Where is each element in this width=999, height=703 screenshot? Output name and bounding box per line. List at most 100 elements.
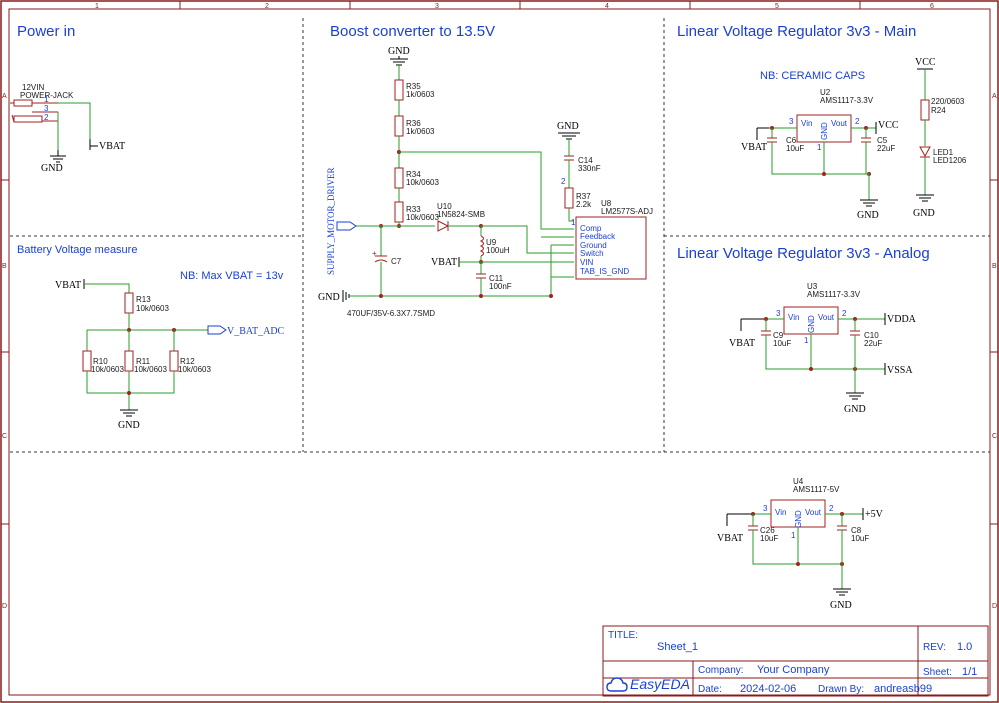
note-max-vbat: NB: Max VBAT = 13v [180,270,284,282]
u2-pin-3: 3 [789,117,794,126]
u4-value: AMS1117-5V [793,485,840,494]
u9-value: 100uH [486,246,510,255]
net-vbat-main: VBAT [741,142,767,153]
section-title-boost: Boost converter to 13.5V [330,23,495,40]
col-label-2: 2 [265,3,269,10]
c7-ref: C7 [391,257,402,266]
drawn-by-label: Drawn By: [818,684,864,695]
row-label-d: D [2,603,7,610]
net-vbat-5v: VBAT [717,533,743,544]
net-gnd-boost-left: GND [318,292,340,303]
u4-vin: Vin [775,508,786,517]
power-jack-symbol [10,99,58,123]
net-gnd-battery: GND [118,420,140,431]
u4-pin-2: 2 [829,504,834,513]
net-flag-supply [336,221,357,231]
u3-value: AMS1117-3.3V [807,290,861,299]
row-label-d-right: D [992,603,997,610]
col-label-3: 3 [435,3,439,10]
boost-block: GND R35 1k/0603 R36 1k/0603 R34 10k/0603… [318,46,653,318]
resistor-r33 [394,201,404,223]
r37-value: 2.2k [576,200,592,209]
c6-value: 10uF [786,144,804,153]
resistor-r24 [920,99,930,121]
section-title-battery: Battery Voltage measure [17,244,137,256]
r37-pin-1: 1 [571,218,576,227]
led-led1 [919,146,931,158]
u3-pin-3: 3 [776,309,781,318]
c26-value: 10uF [760,534,778,543]
net-gnd-power-in: GND [41,163,63,174]
row-label-a-right: A [992,93,997,100]
date-label: Date: [698,684,722,695]
drawn-by-value: andreasb99 [874,683,932,695]
u3-gnd: GND [807,315,816,333]
u3-vout: Vout [818,313,835,322]
sheet-value: 1/1 [962,666,977,678]
led1-value: LED1206 [933,156,967,165]
c7-value: 470UF/35V-6.3X7.7SMD [347,309,435,318]
c5-value: 22uF [877,144,895,153]
net-vssa: VSSA [887,365,913,376]
c14-value: 330nF [578,164,601,173]
u8-pin-switch: Switch [580,249,604,258]
easyeda-logo-text: EasyEDA [630,676,690,692]
schematic-sheet: 1 2 3 4 5 6 A B C D A B C D Power in Boo… [0,0,999,703]
jack-pin-2: 2 [44,113,49,122]
section-title-lin-analog: Linear Voltage Regulator 3v3 - Analog [677,245,930,262]
u4-pin-1: 1 [791,531,796,540]
net-gnd-led: GND [913,208,935,219]
rev-label: REV: [923,642,946,653]
jack-pin-1: 1 [44,95,49,104]
net-v-bat-adc: V_BAT_ADC [227,326,285,337]
net-flag-adc [207,325,227,335]
u4-gnd: GND [794,510,803,528]
lin-analog-block: U3 AMS1117-3.3V Vin Vout GND 3 2 1 VBAT … [729,282,917,415]
jack-pin-3: 3 [44,104,49,113]
title-value: Sheet_1 [657,641,698,653]
section-title-lin-main: Linear Voltage Regulator 3v3 - Main [677,23,916,40]
row-label-c-right: C [992,433,997,440]
c11-value: 100nF [489,282,512,291]
resistor-r12 [169,350,179,372]
battery-block: VBAT R13 10k/0603 V_BAT_ADC R10 10k/0603… [55,279,285,431]
row-label-c: C [2,433,7,440]
net-gnd-boost-c14: GND [557,121,579,132]
c10-value: 22uF [864,339,882,348]
r36-value: 1k/0603 [406,127,435,136]
r37-pin-2: 2 [561,177,566,186]
net-vdda: VDDA [887,314,917,325]
diode-u10 [437,220,450,232]
resistor-r13 [124,292,134,314]
r13-ref: R13 [136,295,151,304]
r11-value: 10k/0603 [134,365,167,374]
reg-5v-block: U4 AMS1117-5V Vin Vout GND 3 2 1 VBAT C2… [717,477,884,611]
r13-value: 10k/0603 [136,304,169,313]
net-gnd-main: GND [857,210,879,221]
row-markers: A B C D A B C D [1,93,998,610]
net-vbat-boost: VBAT [431,257,457,268]
c7-plus: + [372,249,377,258]
net-vbat-battery: VBAT [55,280,81,291]
note-ceramic-caps: NB: CERAMIC CAPS [760,70,865,82]
sheet-label: Sheet: [923,667,952,678]
resistor-r36 [394,115,404,137]
resistor-r11 [124,350,134,372]
r24-value: 220/0603 [931,97,965,106]
title-label: TITLE: [608,630,638,641]
u2-pin-2: 2 [855,117,860,126]
sheet-border [0,0,999,703]
u2-value: AMS1117-3.3V [820,96,874,105]
u4-vout: Vout [805,508,822,517]
ground-symbol [50,150,66,163]
r10-value: 10k/0603 [91,365,124,374]
net-vcc-top: VCC [915,57,936,68]
u3-vin: Vin [788,313,799,322]
resistor-r10 [82,350,92,372]
row-label-b-right: B [992,263,997,270]
c9-value: 10uF [773,339,791,348]
u2-pin-1: 1 [817,143,822,152]
power-in-block: 12VIN POWER-JACK 1 3 2 VBAT GND [10,83,125,174]
net-5v: +5V [865,509,884,520]
u3-pin-2: 2 [842,309,847,318]
